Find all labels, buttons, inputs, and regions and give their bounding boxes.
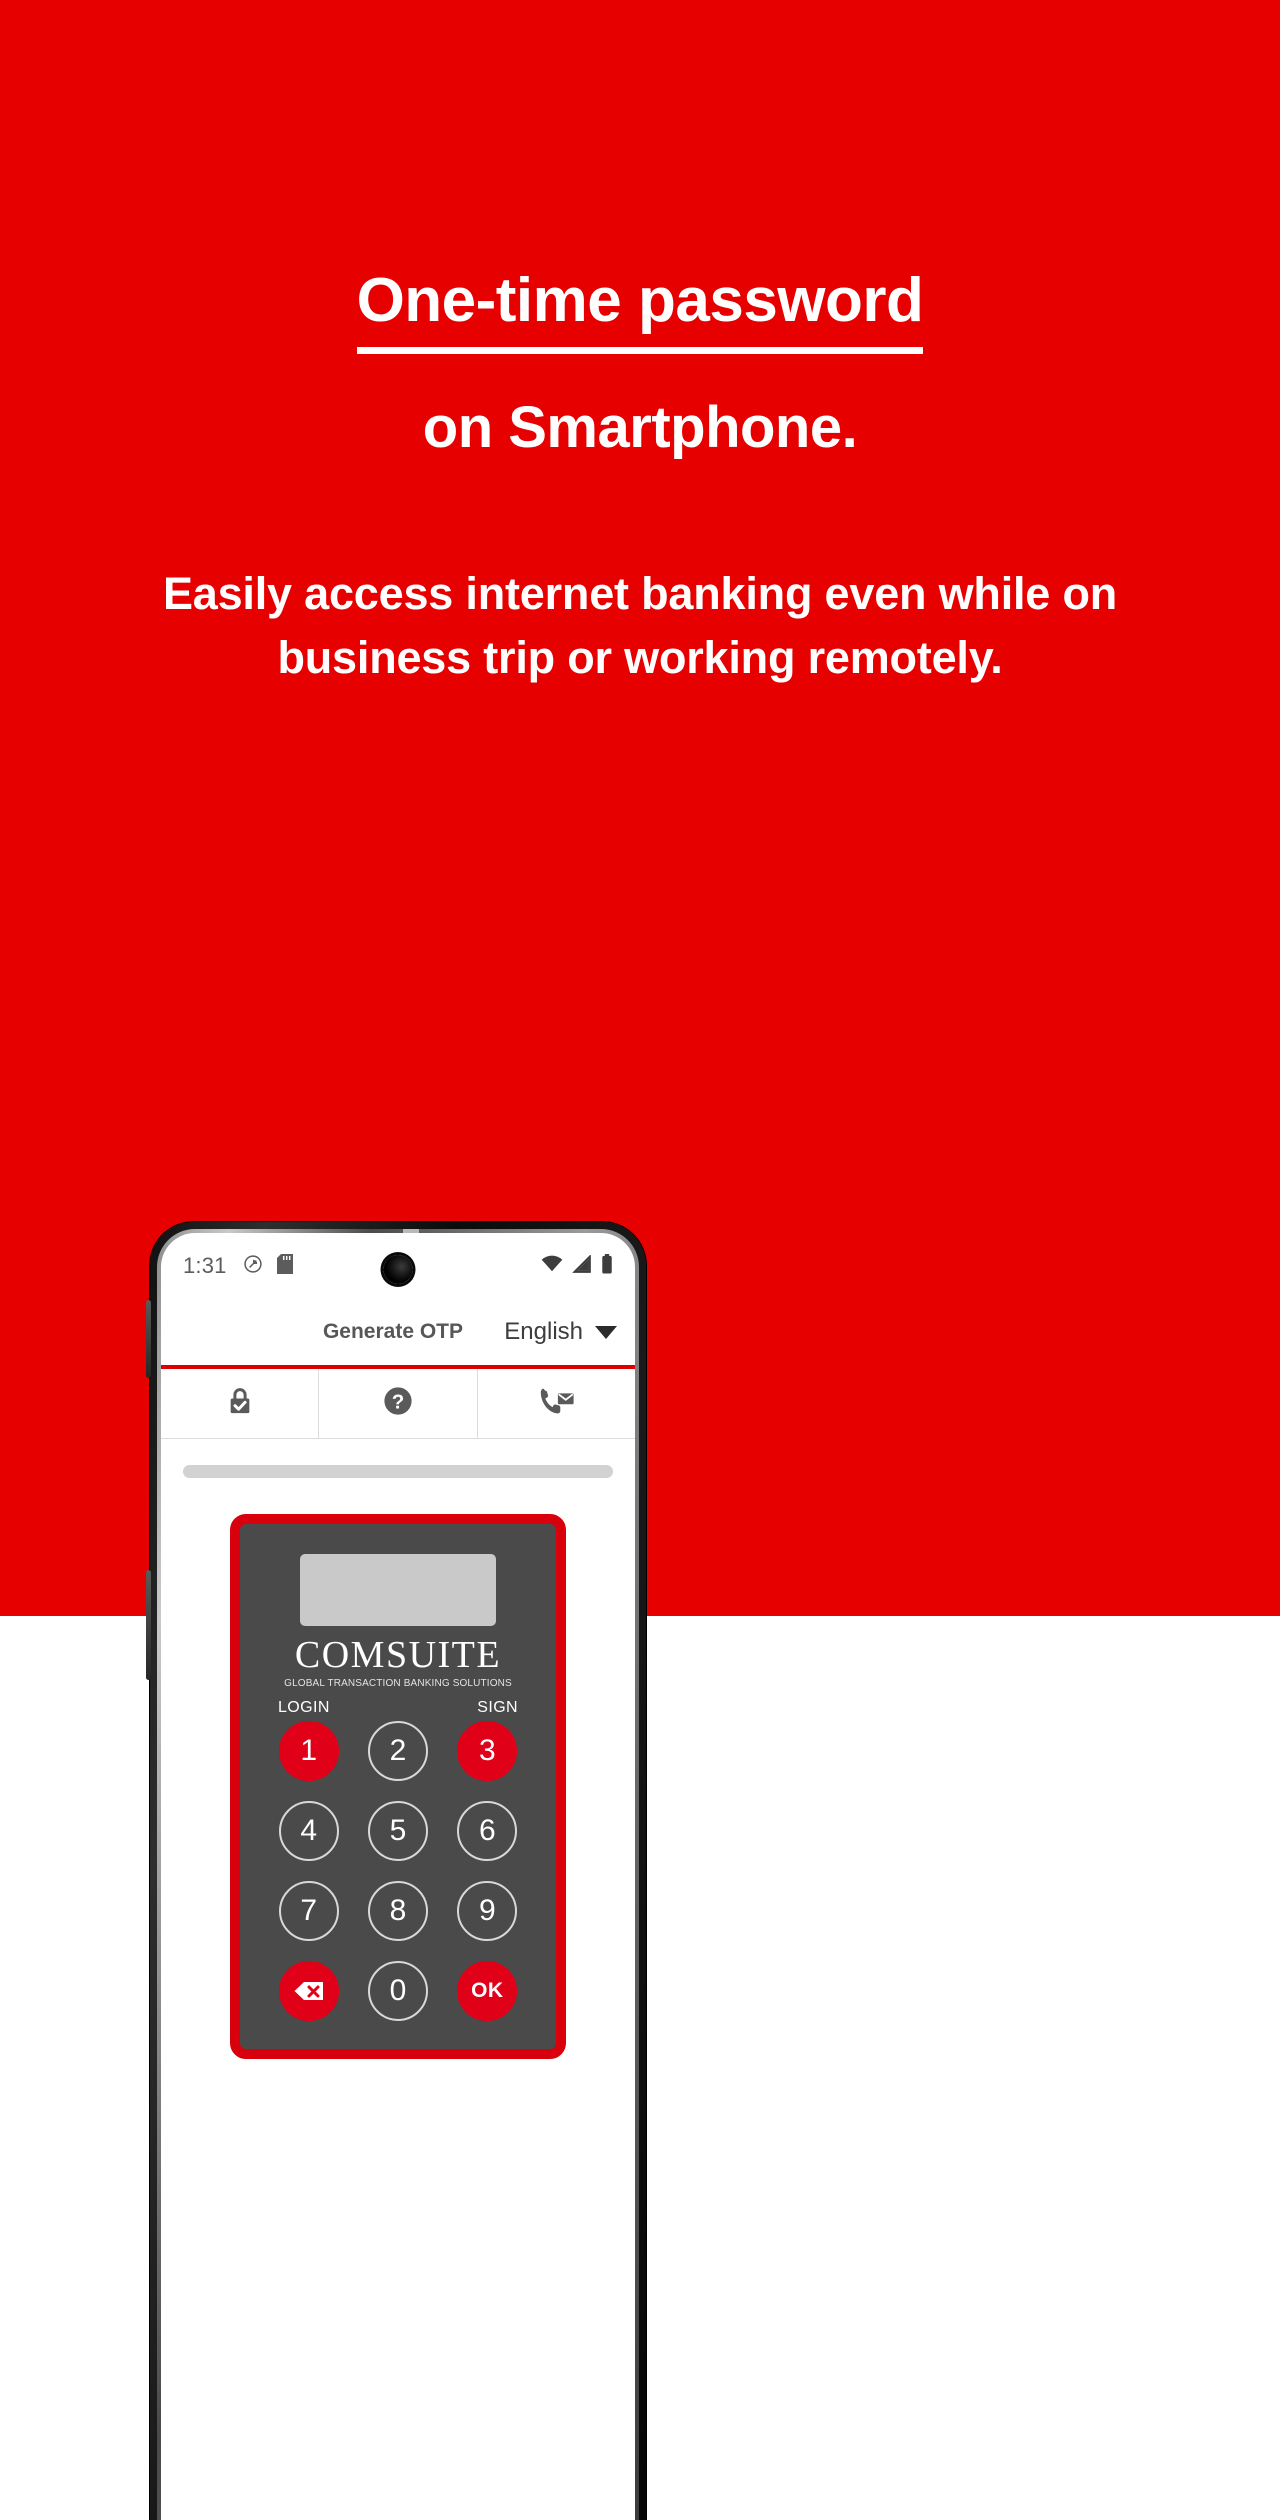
app-body: COMSUITE GLOBAL TRANSACTION BANKING SOLU… — [161, 1439, 635, 2520]
question-circle-icon: ? — [381, 1384, 415, 1423]
phone-screen: 1:31 Generate OTP English ? COMSUITE GLO… — [161, 1233, 635, 2520]
key-backspace[interactable] — [278, 1961, 339, 2021]
front-camera-hole — [383, 1255, 413, 1284]
status-right-icons — [541, 1253, 613, 1279]
language-label: English — [504, 1318, 583, 1345]
phone-mockup: 1:31 Generate OTP English ? COMSUITE GLO… — [146, 1222, 646, 2520]
status-bar: 1:31 — [161, 1233, 635, 1299]
sd-card-icon — [276, 1253, 293, 1279]
key-4[interactable]: 4 — [278, 1801, 339, 1861]
hero-content: One-time password on Smartphone. Easily … — [0, 0, 1280, 690]
key-legend: LOGIN SIGN — [264, 1699, 532, 1717]
chevron-down-icon — [595, 1325, 617, 1339]
key-ok[interactable]: OK — [457, 1961, 518, 2021]
svg-text:?: ? — [392, 1390, 405, 1413]
cellular-signal-icon — [572, 1253, 592, 1278]
key-5[interactable]: 5 — [367, 1801, 428, 1861]
tab-secure[interactable] — [161, 1369, 320, 1438]
key-3[interactable]: 3 — [457, 1721, 518, 1781]
token-display — [300, 1554, 496, 1626]
status-time: 1:31 — [183, 1253, 227, 1278]
token-tagline: GLOBAL TRANSACTION BANKING SOLUTIONS — [284, 1678, 512, 1689]
otp-token-device: COMSUITE GLOBAL TRANSACTION BANKING SOLU… — [230, 1514, 566, 2059]
language-selector[interactable]: English — [504, 1318, 635, 1346]
headline-secondary: on Smartphone. — [422, 395, 858, 461]
lock-check-icon — [223, 1384, 257, 1423]
icon-tab-bar: ? — [161, 1369, 635, 1439]
key-2[interactable]: 2 — [367, 1721, 428, 1781]
power-button[interactable] — [146, 1570, 151, 1680]
wifi-icon — [541, 1255, 563, 1278]
key-7[interactable]: 7 — [278, 1881, 339, 1941]
promo-screen: One-time password on Smartphone. Easily … — [0, 0, 1280, 2520]
backspace-icon — [293, 1979, 325, 2003]
token-brand: COMSUITE — [294, 1634, 502, 1676]
key-8[interactable]: 8 — [367, 1881, 428, 1941]
key-0[interactable]: 0 — [367, 1961, 428, 2021]
app-header: Generate OTP English — [161, 1299, 635, 1369]
hero-subcopy: Easily access internet banking even whil… — [162, 567, 1118, 683]
key-1[interactable]: 1 — [278, 1721, 339, 1781]
key-9[interactable]: 9 — [457, 1881, 518, 1941]
legend-sign: SIGN — [477, 1699, 518, 1716]
token-keypad: 1 2 3 4 5 6 7 8 9 0 OK — [264, 1721, 532, 2021]
key-6[interactable]: 6 — [457, 1801, 518, 1861]
do-not-disturb-icon — [243, 1254, 263, 1279]
content-placeholder-bar — [183, 1465, 613, 1478]
tab-help[interactable]: ? — [319, 1369, 478, 1438]
tab-contact[interactable] — [478, 1369, 635, 1438]
battery-icon — [601, 1253, 613, 1279]
status-left-icons — [243, 1253, 293, 1279]
phone-mail-icon — [537, 1385, 575, 1422]
headline-primary: One-time password — [356, 268, 924, 355]
volume-button[interactable] — [146, 1300, 151, 1378]
legend-login: LOGIN — [278, 1699, 330, 1716]
